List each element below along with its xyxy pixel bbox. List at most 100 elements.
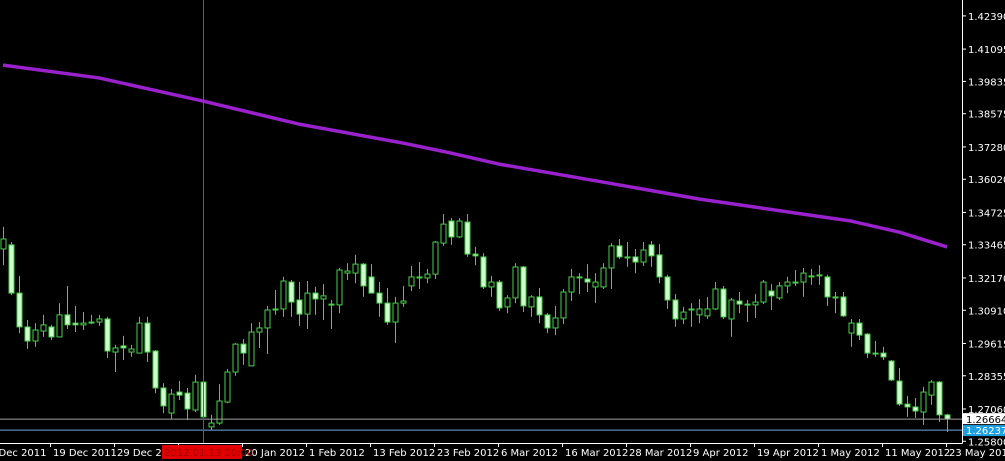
candle <box>648 241 655 267</box>
candle <box>120 335 127 360</box>
candle <box>96 314 103 326</box>
candle <box>760 280 767 305</box>
candle-body-bullish <box>560 291 567 319</box>
candle-body-bullish <box>256 327 263 333</box>
candle <box>656 244 663 284</box>
candle <box>872 341 879 357</box>
candle <box>680 306 687 325</box>
candle <box>704 296 711 319</box>
candle-body-bearish <box>664 276 671 301</box>
candle <box>48 324 55 340</box>
candle-body-bearish <box>496 281 503 309</box>
candle-body-bearish <box>584 278 591 283</box>
candle-body-bullish <box>624 256 631 259</box>
candle <box>560 288 567 325</box>
candle-body-bullish <box>528 296 535 308</box>
candle <box>488 275 495 297</box>
candle <box>8 242 15 296</box>
candle-body-bullish <box>440 223 447 244</box>
candle <box>328 300 335 329</box>
candle-body-bearish <box>176 391 183 396</box>
candle <box>720 285 727 319</box>
candle-body-bullish <box>776 285 783 299</box>
moving-average-layer <box>2 63 948 249</box>
candle <box>600 263 607 289</box>
candle-body-bullish <box>640 249 647 263</box>
candle-body-bullish <box>224 371 231 403</box>
time-tick-label: 9 Apr 2012 <box>693 448 748 459</box>
candle <box>176 381 183 400</box>
price-tick-label: 1.37280 <box>968 143 1005 154</box>
candle-body-bearish <box>856 322 863 336</box>
candle-body-bearish <box>24 326 31 342</box>
candle <box>144 316 151 363</box>
candle <box>936 381 943 423</box>
candle-body-bullish <box>816 274 823 277</box>
candle-body-bearish <box>64 314 71 326</box>
candle <box>880 346 887 360</box>
candle <box>136 316 143 354</box>
candle <box>400 285 407 307</box>
candle <box>856 318 863 340</box>
candle-body-bullish <box>336 269 343 306</box>
candle <box>536 287 543 324</box>
candle <box>72 305 79 333</box>
candle <box>360 263 367 297</box>
candle <box>184 387 191 420</box>
candle-body-bearish <box>464 221 471 255</box>
candle-body-bearish <box>472 253 479 257</box>
candle-body-bullish <box>80 322 87 326</box>
candle <box>128 344 135 357</box>
candle <box>448 217 455 245</box>
candle <box>800 267 807 297</box>
price-tick-label: 1.33465 <box>968 241 1005 252</box>
candle-body-bullish <box>192 381 199 411</box>
candle-body-bullish <box>456 220 463 238</box>
candle <box>576 273 583 295</box>
candle <box>504 295 511 314</box>
candle-body-bearish <box>240 343 247 354</box>
time-tick-label: 19 Apr 2012 <box>757 448 819 459</box>
candle-body-bearish <box>768 290 775 297</box>
candle-body-bearish <box>880 352 887 358</box>
candle-body-bearish <box>824 276 831 298</box>
candle-body-bullish <box>808 275 815 278</box>
candle <box>272 290 279 315</box>
candle <box>728 297 735 337</box>
time-tick-label: 23 Feb 2012 <box>437 448 499 459</box>
candle <box>584 264 591 293</box>
candle <box>840 292 847 317</box>
candle-body-bullish <box>408 276 415 287</box>
candle <box>392 296 399 344</box>
time-tick-label: 8 Dec 2011 <box>0 448 47 459</box>
candle-body-bearish <box>160 387 167 407</box>
candle-body-bearish <box>520 266 527 307</box>
bid-price-label: 1.26237 <box>963 425 1005 437</box>
candle <box>224 368 231 404</box>
price-tick-label: 1.36020 <box>968 175 1005 186</box>
candle <box>456 217 463 238</box>
candle-body-bullish <box>208 422 215 428</box>
candle-body-bullish <box>168 393 175 414</box>
candle <box>440 214 447 246</box>
candle-body-bullish <box>704 308 711 317</box>
candle <box>464 214 471 257</box>
candle <box>528 295 535 317</box>
candle <box>736 292 743 314</box>
candle <box>280 276 287 317</box>
candle-body-bullish <box>328 303 335 306</box>
price-chart[interactable]: 1.42390 1.41095 1.39835 1.38575 1.37280 1.360… <box>0 0 1005 461</box>
candle-body-bearish <box>576 276 583 279</box>
candle-body-bullish <box>608 245 615 269</box>
candle-body-bullish <box>432 241 439 275</box>
candle <box>264 305 271 355</box>
candle <box>112 344 119 373</box>
candle <box>288 280 295 317</box>
ask-price-text: 1.26664 <box>966 415 1005 426</box>
candle <box>496 280 503 312</box>
candle-body-bullish <box>112 347 119 353</box>
candle <box>368 264 375 294</box>
candle-body-bearish <box>544 314 551 329</box>
candle <box>232 343 239 376</box>
price-tick-label: 1.30910 <box>968 306 1005 317</box>
